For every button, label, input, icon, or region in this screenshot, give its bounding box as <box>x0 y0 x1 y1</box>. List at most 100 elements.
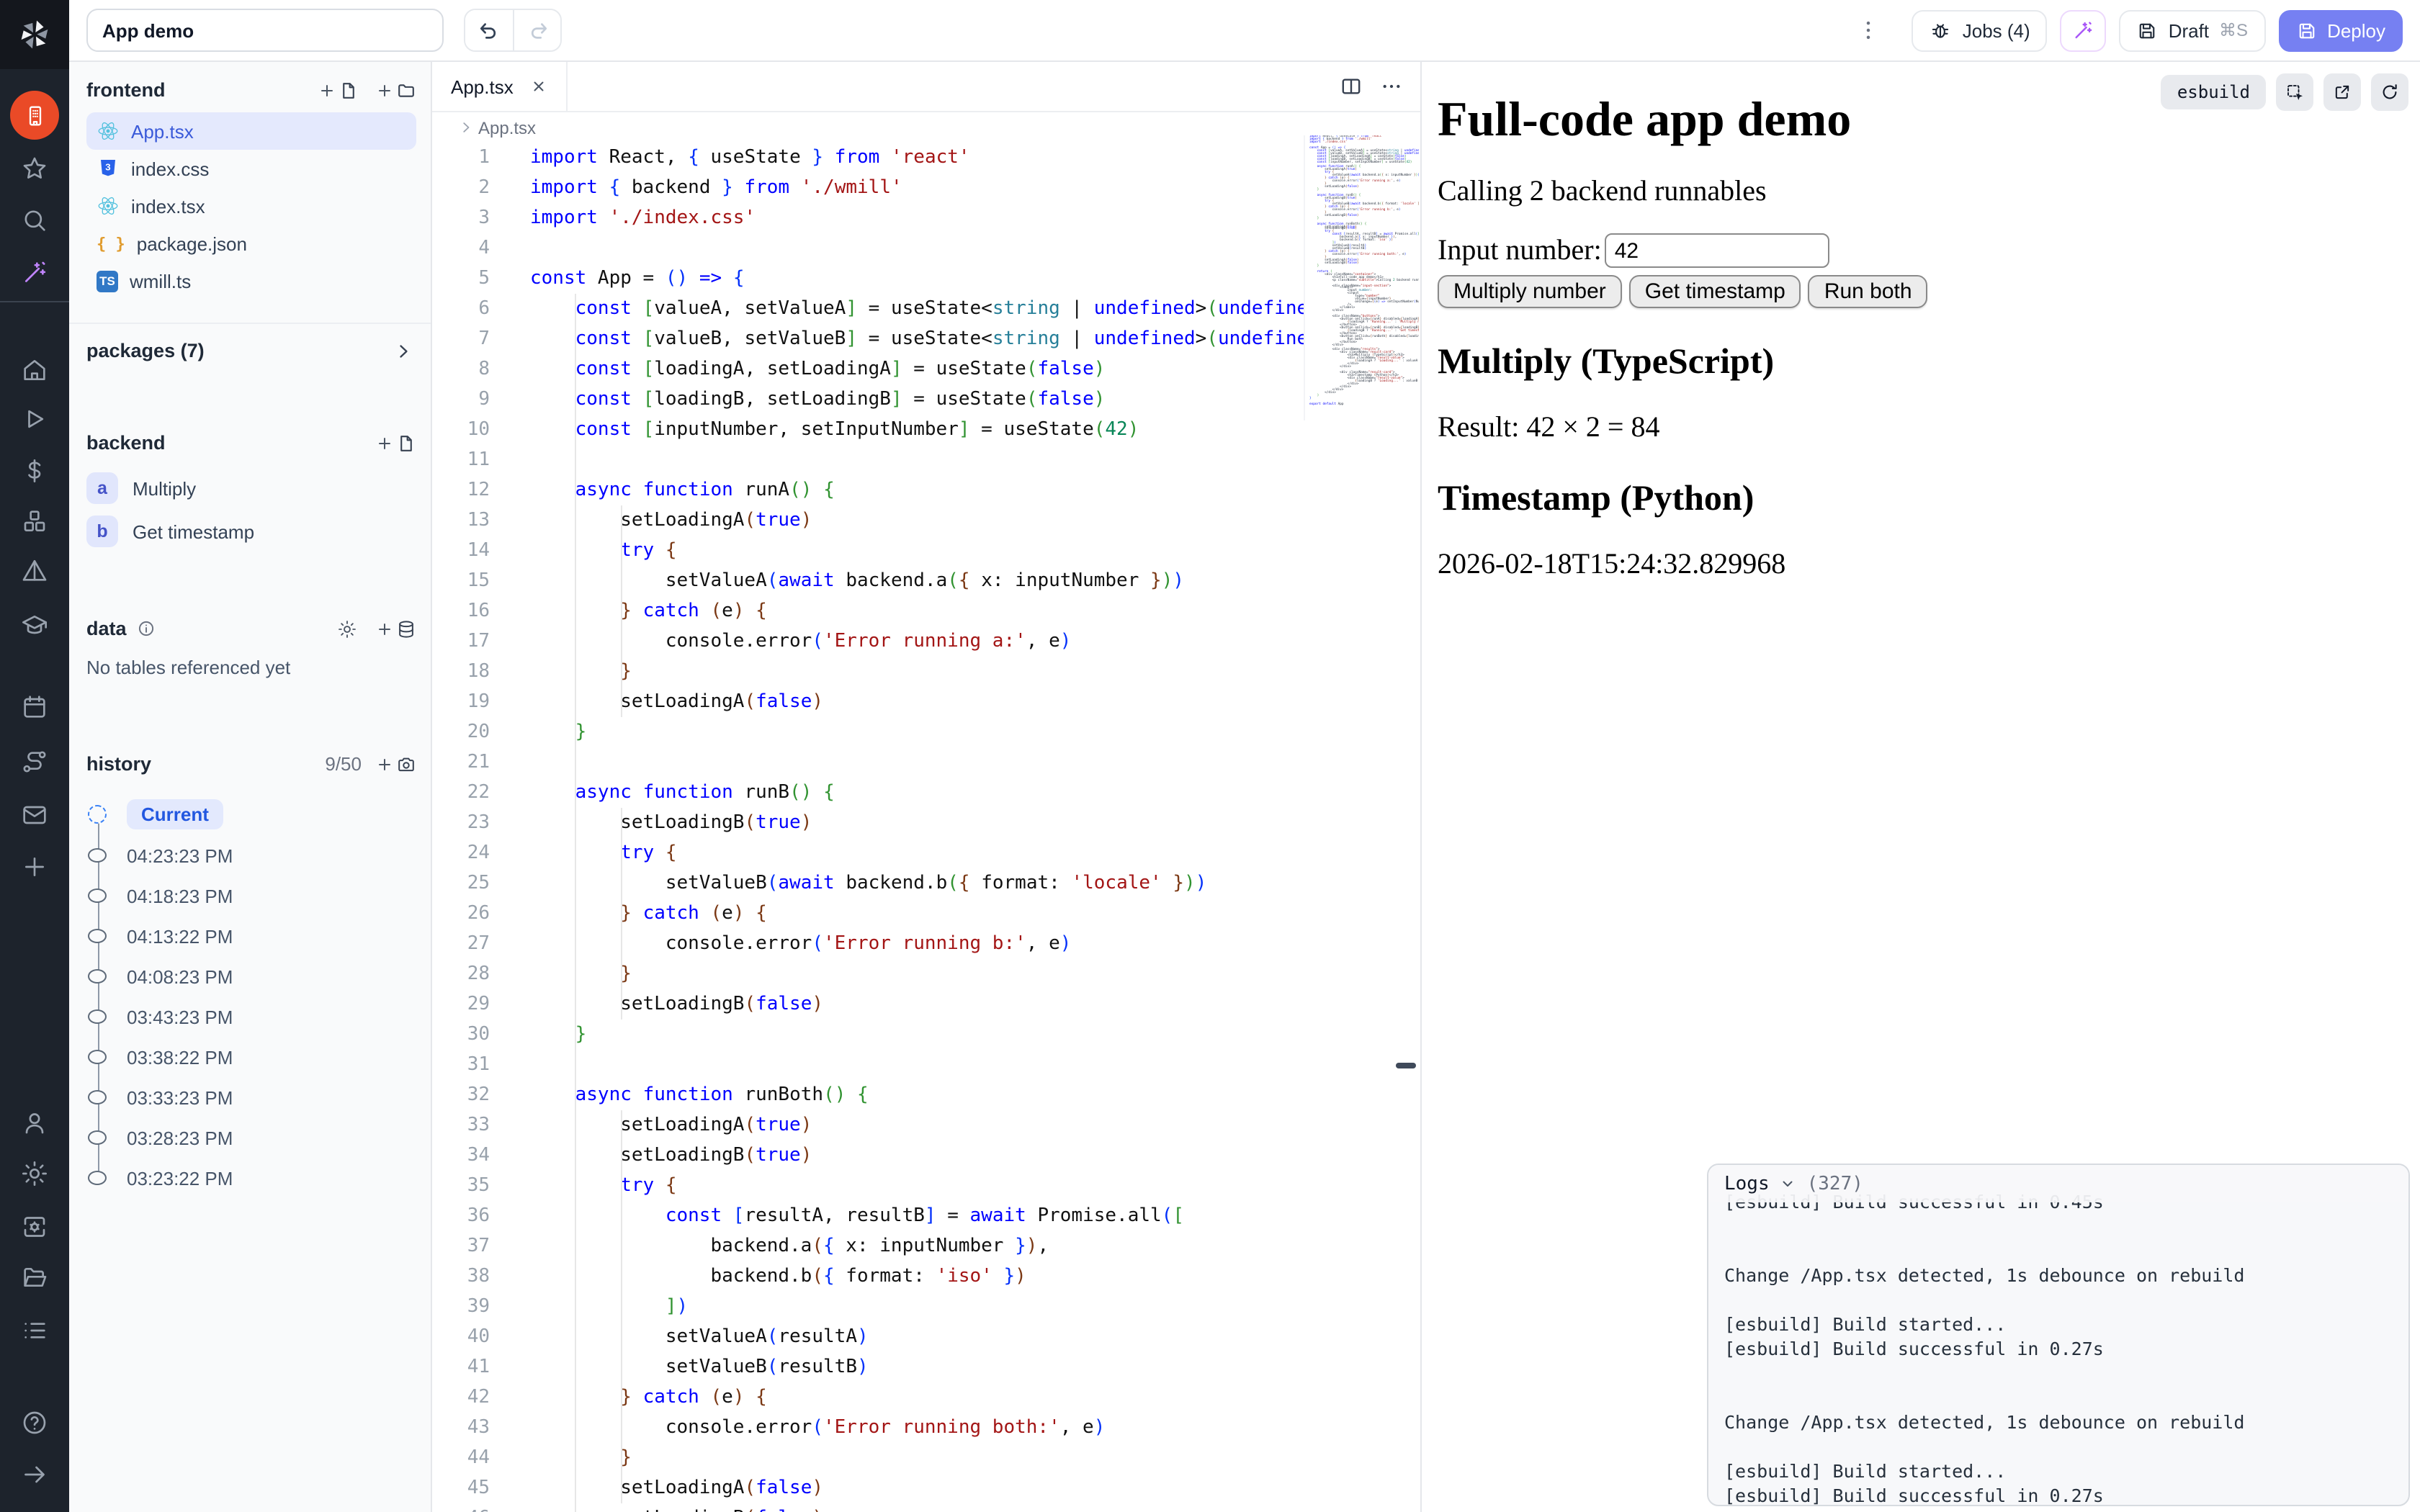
rail-item-pyramid[interactable] <box>20 557 49 586</box>
deploy-button[interactable]: Deploy <box>2278 9 2403 51</box>
history-item[interactable]: 03:43:23 PM <box>86 996 416 1037</box>
rail-item-graduation-cap[interactable] <box>20 611 49 639</box>
code-line[interactable]: 6 const [valueA, setValueA] = useState<s… <box>432 294 1420 324</box>
add-folder-button[interactable] <box>376 80 416 100</box>
code-line[interactable]: 8 const [loadingA, setLoadingA] = useSta… <box>432 354 1420 384</box>
add-file-button[interactable] <box>318 80 359 100</box>
rail-item-mail[interactable] <box>20 801 49 829</box>
code-line[interactable]: 3import './index.css' <box>432 203 1420 233</box>
close-icon[interactable] <box>531 78 548 95</box>
code-line[interactable]: 9 const [loadingB, setLoadingB] = useSta… <box>432 384 1420 415</box>
history-item[interactable]: 03:38:22 PM <box>86 1037 416 1077</box>
code-line[interactable]: 4 <box>432 233 1420 264</box>
code-line[interactable]: 7 const [valueB, setValueB] = useState<s… <box>432 324 1420 354</box>
add-runnable-button[interactable] <box>376 433 416 453</box>
tab-app-tsx[interactable]: App.tsx <box>432 62 568 111</box>
redo-button[interactable] <box>513 10 560 50</box>
rail-item-home[interactable] <box>20 356 49 384</box>
logs-header[interactable]: Logs (327) <box>1708 1165 2408 1202</box>
code-line[interactable]: 35 try { <box>432 1171 1420 1201</box>
breadcrumb[interactable]: App.tsx <box>432 112 1420 143</box>
windmill-logo[interactable] <box>0 0 69 69</box>
open-external-button[interactable] <box>2323 73 2361 111</box>
code-line[interactable]: 42 } catch (e) { <box>432 1382 1420 1413</box>
code-line[interactable]: 33 setLoadingA(true) <box>432 1110 1420 1140</box>
rail-item-arrow-right[interactable] <box>20 1460 49 1489</box>
code-line[interactable]: 31 <box>432 1050 1420 1080</box>
history-item[interactable]: 03:33:23 PM <box>86 1077 416 1117</box>
history-item-current[interactable]: Current <box>86 792 416 835</box>
file-item-index-css[interactable]: 3index.css <box>86 150 416 187</box>
code-line[interactable]: 36 const [resultA, resultB] = await Prom… <box>432 1201 1420 1231</box>
rail-item-list[interactable] <box>20 1316 49 1345</box>
inspect-element-button[interactable] <box>2276 73 2313 111</box>
split-editor-icon[interactable] <box>1340 75 1363 98</box>
code-line[interactable]: 22 async function runB() { <box>432 778 1420 808</box>
code-line[interactable]: 18 } <box>432 657 1420 687</box>
refresh-preview-button[interactable] <box>2371 73 2408 111</box>
rail-item-folder-open[interactable] <box>20 1263 49 1292</box>
rail-item-route[interactable] <box>20 747 49 776</box>
code-line[interactable]: 15 setValueA(await backend.a({ x: inputN… <box>432 566 1420 596</box>
rail-item-help-circle[interactable] <box>20 1408 49 1437</box>
code-line[interactable]: 40 setValueA(resultA) <box>432 1322 1420 1352</box>
rail-item-play[interactable] <box>20 405 49 433</box>
code-line[interactable]: 13 setLoadingA(true) <box>432 505 1420 536</box>
code-line[interactable]: 24 try { <box>432 838 1420 868</box>
code-line[interactable]: 29 setLoadingB(false) <box>432 989 1420 1020</box>
code-line[interactable]: 45 setLoadingA(false) <box>432 1473 1420 1503</box>
preview-button-run-both[interactable]: Run both <box>1809 275 1928 308</box>
code-line[interactable]: 1import React, { useState } from 'react' <box>432 143 1420 173</box>
data-settings-button[interactable] <box>337 618 357 639</box>
preview-button-multiply-number[interactable]: Multiply number <box>1438 275 1622 308</box>
file-item-package-json[interactable]: { }package.json <box>86 225 416 262</box>
code-line[interactable]: 27 console.error('Error running b:', e) <box>432 929 1420 959</box>
runnable-get-timestamp[interactable]: bGet timestamp <box>86 514 416 549</box>
code-line[interactable]: 38 backend.b({ format: 'iso' }) <box>432 1261 1420 1292</box>
code-line[interactable]: 37 backend.a({ x: inputNumber }), <box>432 1231 1420 1261</box>
code-line[interactable]: 11 <box>432 445 1420 475</box>
code-line[interactable]: 17 console.error('Error running a:', e) <box>432 626 1420 657</box>
rail-item-server-cog[interactable] <box>20 1212 49 1241</box>
rail-item-magic-wand[interactable] <box>20 258 49 287</box>
code-line[interactable]: 19 setLoadingA(false) <box>432 687 1420 717</box>
code-line[interactable]: 25 setValueB(await backend.b({ format: '… <box>432 868 1420 899</box>
code-line[interactable]: 2import { backend } from './wmill' <box>432 173 1420 203</box>
runnable-multiply[interactable]: aMultiply <box>86 471 416 505</box>
code-line[interactable]: 20 } <box>432 717 1420 747</box>
pane-resize-handle[interactable] <box>1396 1063 1416 1068</box>
rail-item-settings[interactable] <box>20 1159 49 1188</box>
code-line[interactable]: 14 try { <box>432 536 1420 566</box>
history-item[interactable]: 04:08:23 PM <box>86 956 416 996</box>
code-line[interactable]: 5const App = () => { <box>432 264 1420 294</box>
jobs-button[interactable]: Jobs (4) <box>1912 9 2048 51</box>
history-item[interactable]: 04:23:23 PM <box>86 835 416 876</box>
rail-item-star[interactable] <box>20 154 49 183</box>
undo-button[interactable] <box>465 10 513 50</box>
code-line[interactable]: 43 console.error('Error running both:', … <box>432 1413 1420 1443</box>
code-line[interactable]: 16 } catch (e) { <box>432 596 1420 626</box>
file-item-index-tsx[interactable]: index.tsx <box>86 187 416 225</box>
code-line[interactable]: 10 const [inputNumber, setInputNumber] =… <box>432 415 1420 445</box>
code-line[interactable]: 46 setLoadingB(false) <box>432 1503 1420 1512</box>
packages-row[interactable]: packages (7) <box>69 323 431 377</box>
history-item[interactable]: 03:28:23 PM <box>86 1117 416 1158</box>
history-item[interactable]: 03:23:22 PM <box>86 1158 416 1198</box>
code-line[interactable]: 26 } catch (e) { <box>432 899 1420 929</box>
add-table-button[interactable] <box>376 618 416 639</box>
rail-item-user[interactable] <box>20 1109 49 1138</box>
rail-item-dollar[interactable] <box>20 456 49 485</box>
add-snapshot-button[interactable] <box>376 754 416 774</box>
code-line[interactable]: 12 async function runA() { <box>432 475 1420 505</box>
more-menu-button[interactable] <box>1853 14 1885 46</box>
ai-wand-button[interactable] <box>2061 9 2107 51</box>
preview-button-get-timestamp[interactable]: Get timestamp <box>1629 275 1801 308</box>
minimap[interactable]: import React, { useState } from 'react'i… <box>1304 135 1419 420</box>
rail-item-calendar[interactable] <box>20 693 49 721</box>
history-item[interactable]: 04:13:22 PM <box>86 916 416 956</box>
draft-button[interactable]: Draft ⌘S <box>2120 9 2265 51</box>
code-area[interactable]: 1import React, { useState } from 'react'… <box>432 143 1420 1512</box>
code-line[interactable]: 41 setValueB(resultB) <box>432 1352 1420 1382</box>
rail-item-search[interactable] <box>20 206 49 235</box>
code-line[interactable]: 23 setLoadingB(true) <box>432 808 1420 838</box>
